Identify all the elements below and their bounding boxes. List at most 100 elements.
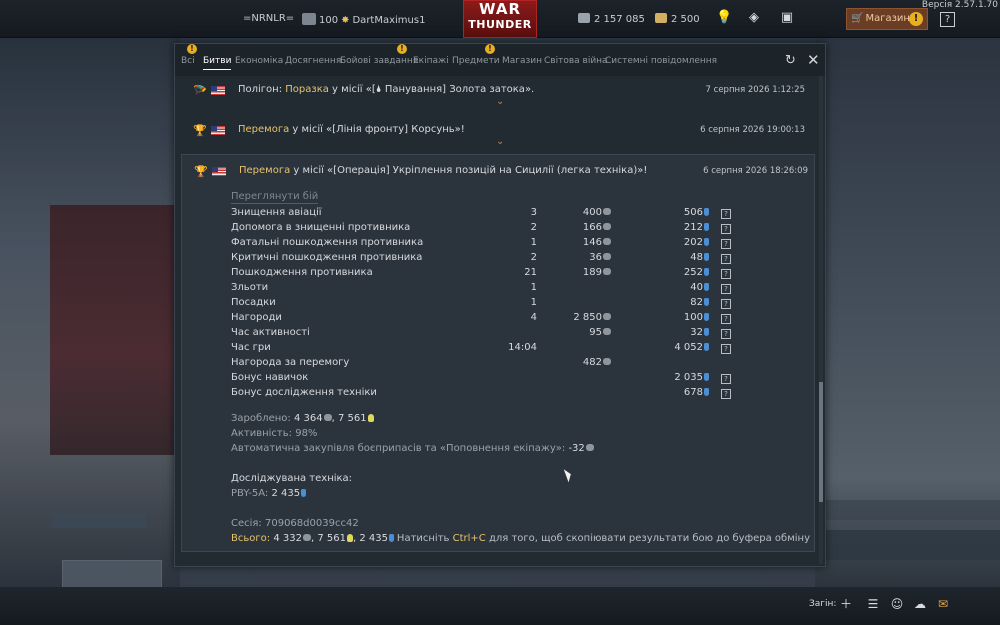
tab-bar: Всі ! Битви Економіка Досягнення Бойові … [175, 44, 825, 76]
entry-date: 6 серпня 2026 18:26:09 [703, 166, 808, 176]
parachute-icon: 🪂 [193, 84, 207, 97]
help-icon[interactable]: ? [940, 12, 955, 27]
stat-row: Час активності 95 32? [231, 327, 731, 342]
help-icon[interactable]: ? [721, 329, 731, 339]
total-summary: Всього: 4 332, 7 561, 2 435 [231, 533, 394, 544]
scrollbar-thumb[interactable] [819, 382, 823, 502]
chat-icon[interactable]: ☁ [912, 596, 928, 612]
usa-flag-icon [212, 167, 226, 176]
silver-lions-icon [585, 444, 594, 451]
friends-icon[interactable]: ☺ [889, 596, 905, 612]
silver-lions-icon [603, 268, 611, 275]
tab-economy[interactable]: Економіка [235, 56, 283, 66]
bottom-bar: Загін: ＋ ☰ ☺ ☁ ✉ [0, 587, 1000, 625]
help-icon[interactable]: ? [721, 269, 731, 279]
help-icon[interactable]: ? [721, 209, 731, 219]
player-info[interactable]: 100 ✸ DartMaximus1 [302, 13, 425, 26]
player-nickname: DartMaximus1 [352, 15, 426, 26]
squad-label: Загін: [809, 599, 837, 609]
help-icon[interactable]: ? [721, 224, 731, 234]
activity-summary: Активність: 98% [231, 428, 318, 439]
help-icon[interactable]: ? [721, 239, 731, 249]
tab-system-messages[interactable]: Системні повідомлення [605, 56, 717, 66]
star-icon: ✸ [341, 15, 350, 26]
tab-world-war[interactable]: Світова війна [544, 56, 608, 66]
close-icon[interactable]: ✕ [807, 51, 820, 69]
tab-shop[interactable]: Магазин [502, 56, 542, 66]
tab-items[interactable]: Предмети [452, 56, 500, 66]
help-icon[interactable]: ? [721, 314, 731, 324]
help-icon[interactable]: ? [721, 344, 731, 354]
list-item[interactable]: 🏆 Перемога у місії «[Лінія фронту] Корсу… [181, 116, 811, 147]
silver-lions-icon [603, 328, 611, 335]
research-points-icon [704, 283, 709, 291]
review-battle-link[interactable]: Переглянути бій [231, 191, 319, 204]
entry-date: 6 серпня 2026 19:00:13 [700, 125, 805, 135]
player-rank: 100 [319, 15, 339, 26]
research-points-icon [704, 328, 709, 336]
tab-battles[interactable]: Битви [203, 56, 232, 70]
refresh-icon[interactable]: ↻ [785, 53, 796, 68]
help-icon[interactable]: ? [721, 284, 731, 294]
background-hangar-right [815, 30, 1000, 590]
stat-row: Допомога в знищенні противника 2 166 212? [231, 222, 731, 237]
research-points-icon [301, 489, 307, 497]
silver-lions-icon [603, 208, 611, 215]
logo-line1: WAR [478, 0, 522, 18]
logo-line2: THUNDER [468, 18, 532, 31]
help-icon[interactable]: ? [721, 299, 731, 309]
list-item-expanded[interactable]: 🏆 Перемога у місії «[Операція] Укріпленн… [181, 154, 815, 552]
silver-lions-balance[interactable]: 2 157 085 [578, 13, 645, 25]
golden-eagles-value: 2 500 [671, 14, 700, 25]
research-points-icon [704, 208, 709, 216]
scrollbar[interactable] [819, 76, 823, 564]
warning-icon: ! [187, 44, 197, 54]
background-chat-panel [825, 530, 1000, 560]
background-bar [825, 500, 1000, 520]
research-points-icon [704, 388, 709, 396]
research-points-icon [704, 238, 709, 246]
research-points-icon [704, 373, 709, 381]
list-icon[interactable]: ☰ [865, 596, 881, 612]
dice-icon[interactable]: ◈ [746, 10, 762, 26]
tab-all[interactable]: Всі [181, 56, 195, 66]
notification-list: 🪂 Полігон: Поразка у місії «[🌢 Панування… [181, 76, 817, 564]
copy-hint: Натисніть Ctrl+C для того, щоб скопіюват… [396, 533, 810, 544]
shop-label: Магазин [865, 13, 910, 24]
chevron-down-icon[interactable]: ⌄ [496, 136, 504, 147]
silver-lions-icon [603, 253, 611, 260]
background-panel [50, 205, 180, 455]
help-icon[interactable]: ? [721, 389, 731, 399]
game-logo[interactable]: WAR THUNDER [463, 0, 537, 38]
help-icon[interactable]: ? [721, 374, 731, 384]
golden-eagles-balance[interactable]: 2 500 [655, 13, 700, 25]
research-points-icon [704, 223, 709, 231]
tab-battle-tasks[interactable]: Бойові завдання [340, 56, 418, 66]
help-icon[interactable]: ? [721, 254, 731, 264]
research-bonus-icon [367, 414, 374, 422]
plus-icon[interactable]: ＋ [838, 596, 854, 612]
usa-flag-icon [211, 126, 225, 135]
squadron-tag[interactable]: =NRNLR= [243, 13, 294, 24]
session-info: Сесія: 709068d0039cc42 [231, 518, 359, 529]
chevron-down-icon[interactable]: ⌄ [496, 96, 504, 107]
background-slot-bar [52, 514, 147, 528]
ticket-icon[interactable]: ▣ [779, 10, 795, 26]
list-item[interactable]: 🪂 Полігон: Поразка у місії «[🌢 Панування… [181, 76, 811, 107]
earned-summary: Зароблено: 4 364, 7 561 [231, 413, 374, 424]
shop-button[interactable]: 🛒 Магазин ! [846, 8, 928, 30]
stat-row: Фатальні пошкодження противника 1 146 202? [231, 237, 731, 252]
silver-lions-icon [603, 238, 611, 245]
mail-icon[interactable]: ✉ [935, 596, 951, 612]
silver-lions-icon [603, 313, 611, 320]
autobuy-summary: Автоматична закупівля боєприпасів та «По… [231, 443, 594, 454]
bulb-icon[interactable]: 💡 [716, 10, 732, 26]
tab-crews[interactable]: Екіпажі [413, 56, 449, 66]
usa-flag-icon [211, 86, 225, 95]
research-points-icon [704, 313, 709, 321]
background-hangar-left [0, 30, 180, 610]
tab-achievements[interactable]: Досягнення [285, 56, 341, 66]
stat-row: Час гри 14:04 4 052? [231, 342, 731, 357]
research-summary: Досліджувана техніка: [231, 473, 353, 484]
notifications-dialog: Всі ! Битви Економіка Досягнення Бойові … [174, 43, 826, 567]
